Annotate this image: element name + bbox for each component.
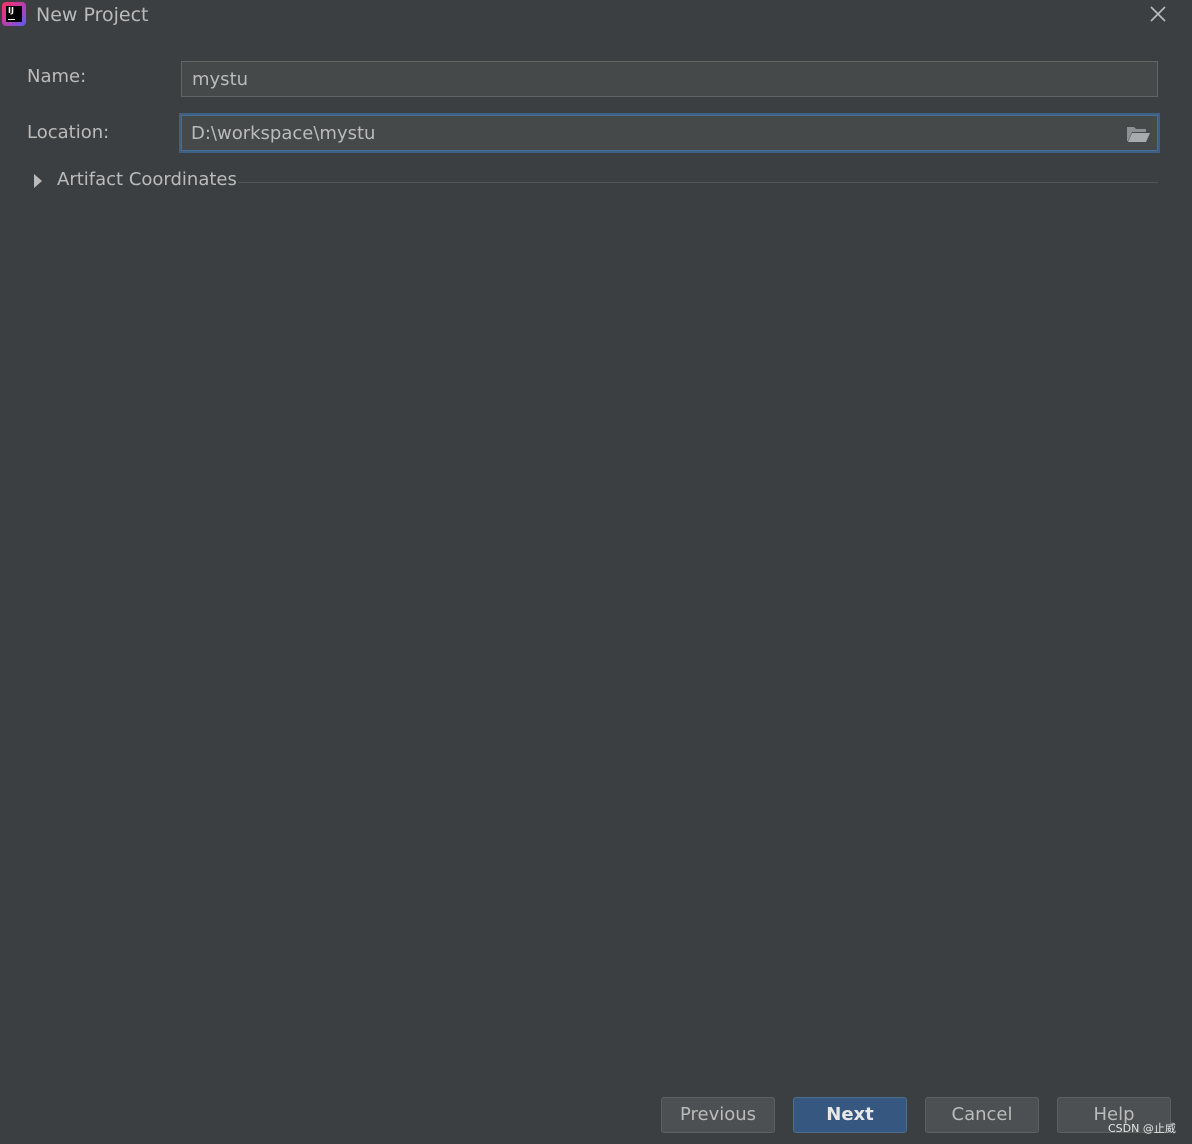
logo-text: IJ — [8, 6, 14, 15]
watermark: CSDN @止威 — [1108, 1122, 1176, 1135]
expand-triangle-icon[interactable] — [34, 174, 42, 188]
browse-location-button[interactable] — [1124, 122, 1152, 146]
close-icon — [1150, 6, 1166, 22]
section-divider — [238, 182, 1158, 183]
location-input[interactable] — [179, 113, 1160, 153]
artifact-coordinates-section: Artifact Coordinates — [30, 168, 1158, 196]
title-bar: IJ New Project — [0, 0, 1192, 30]
next-button[interactable]: Next — [793, 1097, 907, 1133]
logo-mark: IJ — [6, 6, 22, 22]
dialog-title: New Project — [36, 4, 149, 26]
name-input[interactable] — [181, 61, 1158, 97]
location-label: Location: — [27, 122, 110, 143]
close-button[interactable] — [1146, 2, 1170, 26]
artifact-coordinates-toggle[interactable]: Artifact Coordinates — [57, 169, 237, 190]
previous-button[interactable]: Previous — [661, 1097, 775, 1133]
cancel-button[interactable]: Cancel — [925, 1097, 1039, 1133]
folder-open-icon — [1127, 127, 1150, 142]
name-label: Name: — [27, 66, 87, 87]
new-project-dialog: IJ New Project Name: Location: Artifact … — [0, 0, 1192, 1144]
intellij-idea-logo-icon: IJ — [2, 2, 26, 26]
